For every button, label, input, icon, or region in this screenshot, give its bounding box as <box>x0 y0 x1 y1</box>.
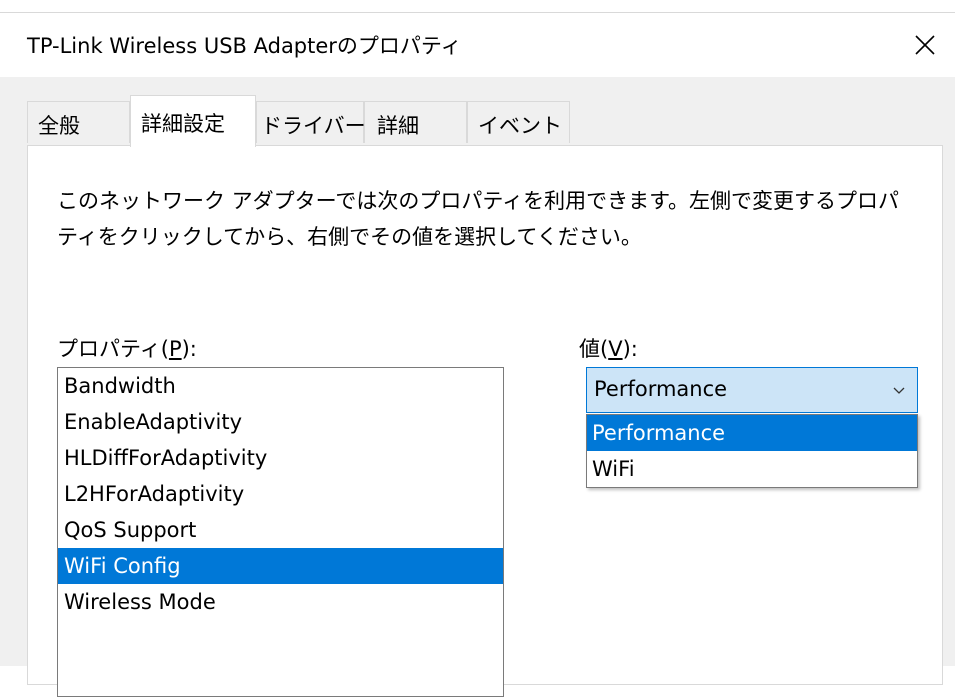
tab-advanced[interactable]: 詳細設定 <box>130 95 256 147</box>
property-listbox[interactable]: Bandwidth EnableAdaptivity HLDiffForAdap… <box>57 367 504 697</box>
tab-events[interactable]: イベント <box>467 101 570 143</box>
property-item-enableadaptivity[interactable]: EnableAdaptivity <box>58 404 503 440</box>
value-option-performance[interactable]: Performance <box>587 415 917 451</box>
tab-details-label: 詳細 <box>377 114 419 138</box>
property-item-l2hforadaptivity[interactable]: L2HForAdaptivity <box>58 476 503 512</box>
tab-events-label: イベント <box>478 114 562 138</box>
properties-dialog: TP-Link Wireless USB Adapterのプロパティ 全般 詳細… <box>0 13 955 697</box>
property-label-suffix: ): <box>181 337 197 361</box>
tab-advanced-label: 詳細設定 <box>141 112 225 136</box>
property-label-prefix: プロパティ( <box>57 337 169 361</box>
tab-driver-label: ドライバー <box>261 114 366 138</box>
window-title: TP-Link Wireless USB Adapterのプロパティ <box>27 34 462 58</box>
tab-details[interactable]: 詳細 <box>364 101 467 143</box>
title-bar[interactable]: TP-Link Wireless USB Adapterのプロパティ <box>0 13 955 77</box>
property-item-wireless-mode[interactable]: Wireless Mode <box>58 584 503 620</box>
tab-strip: 全般 詳細設定 ドライバー 詳細 イベント <box>0 77 955 147</box>
tab-general[interactable]: 全般 <box>27 101 130 143</box>
tab-general-label: 全般 <box>38 114 80 138</box>
chevron-down-icon <box>893 387 905 394</box>
value-option-wifi[interactable]: WiFi <box>587 451 917 487</box>
property-item-hldiffforadaptivity[interactable]: HLDiffForAdaptivity <box>58 440 503 476</box>
property-item-bandwidth[interactable]: Bandwidth <box>58 368 503 404</box>
value-combobox[interactable]: Performance <box>586 367 918 413</box>
screen-top-strip <box>0 0 955 13</box>
value-label-suffix: ): <box>622 337 638 361</box>
value-combobox-selected: Performance <box>594 377 728 401</box>
value-label-prefix: 値( <box>579 337 609 361</box>
close-icon <box>915 35 935 55</box>
property-item-wifi-config[interactable]: WiFi Config <box>58 548 503 584</box>
value-label: 値(V): <box>579 333 638 363</box>
property-label-accesskey: P <box>168 337 182 361</box>
close-button[interactable] <box>900 23 950 67</box>
advanced-panel: このネットワーク アダプターでは次のプロパティを利用できます。左側で変更するプロ… <box>27 145 943 697</box>
property-label: プロパティ(P): <box>57 333 197 363</box>
description-text: このネットワーク アダプターでは次のプロパティを利用できます。左側で変更するプロ… <box>57 189 900 249</box>
tab-driver[interactable]: ドライバー <box>256 101 366 143</box>
value-label-accesskey: V <box>608 337 623 361</box>
property-item-qos-support[interactable]: QoS Support <box>58 512 503 548</box>
value-dropdown-list[interactable]: Performance WiFi <box>586 414 918 488</box>
